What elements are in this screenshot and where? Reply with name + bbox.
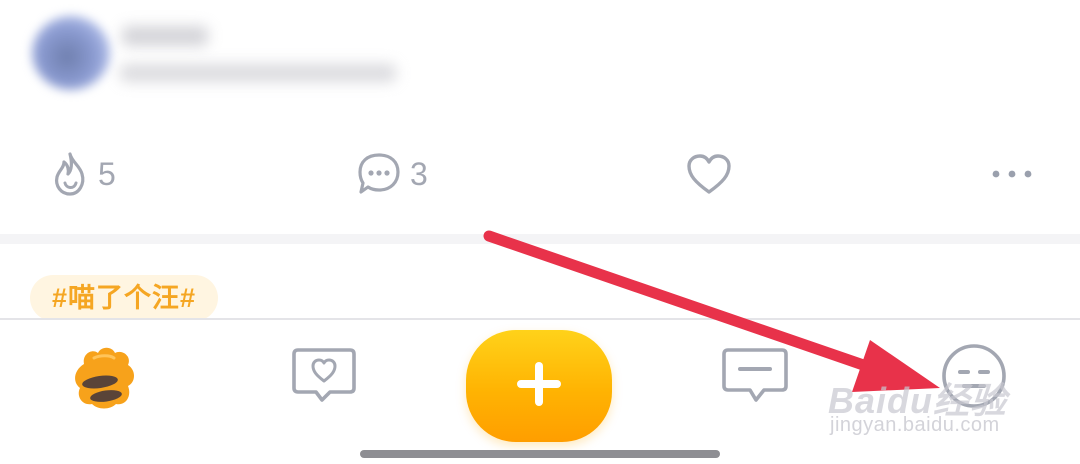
avatar[interactable] (32, 16, 110, 90)
message-icon (720, 348, 790, 410)
home-indicator (360, 450, 720, 458)
author-meta-blurred (120, 64, 396, 82)
like-button[interactable] (685, 150, 733, 198)
section-divider (0, 234, 1080, 244)
post-author-header (0, 0, 1080, 110)
tab-favorites[interactable] (290, 344, 358, 406)
comment-bubble-icon (356, 151, 402, 197)
heart-icon (685, 152, 733, 196)
more-dots-icon (990, 168, 1034, 180)
hot-button[interactable]: 5 (50, 150, 116, 198)
paw-icon (70, 347, 142, 416)
tab-messages[interactable] (720, 344, 790, 406)
post-action-bar: 5 3 (0, 140, 1080, 210)
more-button[interactable] (990, 150, 1034, 198)
heart-chat-icon (290, 348, 358, 410)
tab-home[interactable] (70, 342, 142, 412)
topic-tag[interactable]: #喵了个汪# (30, 275, 219, 321)
plus-icon (513, 358, 565, 415)
comment-button[interactable]: 3 (356, 150, 428, 198)
screen: 5 3 #喵了个汪# Baidu经验 jingyan.baidu.com (0, 0, 1080, 464)
watermark: Baidu经验 jingyan.baidu.com (828, 372, 1048, 442)
flame-icon (50, 150, 90, 198)
watermark-url: jingyan.baidu.com (830, 414, 1000, 436)
author-name-blurred (122, 26, 208, 46)
hot-count: 5 (98, 156, 116, 192)
create-post-button[interactable] (466, 330, 612, 442)
comment-count: 3 (410, 156, 428, 192)
